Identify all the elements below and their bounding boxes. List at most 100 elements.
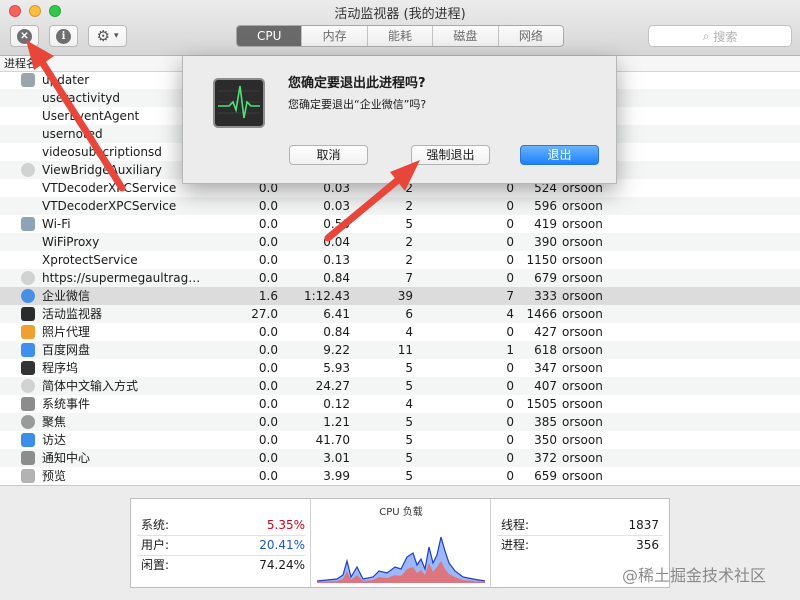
idle-wakeups-cell: 0 xyxy=(506,433,514,447)
table-row[interactable]: 百度网盘 0.0 9.22 11 1 618 orsoon xyxy=(0,341,800,359)
user-cell: orsoon xyxy=(562,469,603,483)
dock-icon xyxy=(21,361,35,375)
force-quit-button[interactable]: 强制退出 xyxy=(411,145,490,165)
table-row[interactable]: 企业微信 1.6 1:12.43 39 7 333 orsoon xyxy=(0,287,800,305)
tab-cpu[interactable]: CPU xyxy=(237,26,302,46)
cpu-time-cell: 0.04 xyxy=(323,235,350,249)
wecom-icon xyxy=(21,289,35,303)
spotlight-icon xyxy=(21,415,35,429)
search-icon: ⌕ xyxy=(702,28,710,43)
cpu-time-cell: 0.84 xyxy=(323,325,350,339)
thread-count-cell: 2 xyxy=(405,235,413,249)
cpu-percent-cell: 0.0 xyxy=(258,433,278,447)
titlebar: 活动监视器 (我的进程) ✕ i ⚙ ▾ CPU 内存 能耗 磁盘 网络 ⌕ 搜索 xyxy=(0,0,800,56)
pid-cell: 679 xyxy=(534,271,557,285)
quit-button[interactable]: 退出 xyxy=(520,145,599,165)
thread-count-cell: 5 xyxy=(405,451,413,465)
cpu-time-cell: 9.22 xyxy=(323,343,350,357)
thread-count-cell: 4 xyxy=(405,325,413,339)
search-field[interactable]: ⌕ 搜索 xyxy=(648,25,792,47)
pid-cell: 1150 xyxy=(526,253,557,267)
photos-icon xyxy=(21,325,35,339)
idle-stat: 闲置: 74.24% xyxy=(131,555,311,575)
idle-wakeups-cell: 0 xyxy=(506,271,514,285)
pid-cell: 372 xyxy=(534,451,557,465)
idle-wakeups-cell: 0 xyxy=(506,361,514,375)
cpu-time-cell: 0.50 xyxy=(323,217,350,231)
table-row[interactable]: VTDecoderXPCService 0.0 0.03 2 0 596 orsoon xyxy=(0,197,800,215)
thread-count-cell: 5 xyxy=(405,361,413,375)
threads-stat: 线程: 1837 xyxy=(491,515,669,535)
table-row[interactable]: 简体中文输入方式 0.0 24.27 5 0 407 orsoon xyxy=(0,377,800,395)
window-title: 活动监视器 (我的进程) xyxy=(334,7,466,22)
activity-icon xyxy=(21,307,35,321)
idle-wakeups-cell: 0 xyxy=(506,217,514,231)
cancel-button[interactable]: 取消 xyxy=(289,145,368,165)
action-menu-button[interactable]: ⚙ ▾ xyxy=(88,25,127,47)
tab-memory[interactable]: 内存 xyxy=(301,26,366,46)
table-row[interactable]: 照片代理 0.0 0.84 4 0 427 orsoon xyxy=(0,323,800,341)
generic-icon xyxy=(21,73,35,87)
quit-confirmation-sheet: 您确定要退出此进程吗? 您确定要退出“企业微信”吗? 取消 强制退出 退出 xyxy=(182,56,617,184)
thread-count-cell: 5 xyxy=(405,469,413,483)
pid-cell: 347 xyxy=(534,361,557,375)
idle-wakeups-cell: 0 xyxy=(506,415,514,429)
process-name: 企业微信 xyxy=(42,289,91,303)
table-row[interactable]: 系统事件 0.0 0.12 4 0 1505 orsoon xyxy=(0,395,800,413)
idle-value: 74.24% xyxy=(259,558,305,572)
inspect-process-button[interactable]: i xyxy=(49,25,78,47)
cpu-time-cell: 5.93 xyxy=(323,361,350,375)
stop-icon: ✕ xyxy=(17,28,32,44)
processes-value: 356 xyxy=(636,538,659,552)
cpu-time-cell: 1:12.43 xyxy=(303,289,350,303)
cpu-time-cell: 0.84 xyxy=(323,271,350,285)
table-row[interactable]: https://supermegaultragroovy.com 0.0 0.84 7… xyxy=(0,269,800,287)
gear-icon: ⚙ xyxy=(96,26,110,45)
user-cell: orsoon xyxy=(562,307,603,321)
process-name: 聚焦 xyxy=(42,415,67,429)
table-row[interactable]: 程序坞 0.0 5.93 5 0 347 orsoon xyxy=(0,359,800,377)
user-cell: orsoon xyxy=(562,379,603,393)
process-name: 活动监视器 xyxy=(42,307,103,321)
thread-count-cell: 6 xyxy=(405,307,413,321)
tab-network[interactable]: 网络 xyxy=(497,26,563,46)
user-cell: orsoon xyxy=(562,199,603,213)
table-row[interactable]: 访达 0.0 41.70 5 0 350 orsoon xyxy=(0,431,800,449)
shield-icon xyxy=(21,379,35,393)
thread-count-cell: 5 xyxy=(405,217,413,231)
thread-count-cell: 5 xyxy=(405,379,413,393)
process-name: VTDecoderXPCService xyxy=(42,199,177,213)
process-name: 系统事件 xyxy=(42,397,91,411)
tab-disk[interactable]: 磁盘 xyxy=(432,26,497,46)
table-row[interactable]: 通知中心 0.0 3.01 5 0 372 orsoon xyxy=(0,449,800,467)
pid-cell: 1505 xyxy=(526,397,557,411)
cpu-time-cell: 0.03 xyxy=(323,199,350,213)
idle-label: 闲置: xyxy=(141,558,170,572)
cpu-percent-cell: 0.0 xyxy=(258,361,278,375)
table-row[interactable]: 活动监视器 27.0 6.41 6 4 1466 orsoon xyxy=(0,305,800,323)
activity-monitor-icon xyxy=(213,78,265,128)
user-stat: 用户: 20.41% xyxy=(131,535,311,555)
table-row[interactable]: XprotectService 0.0 0.13 2 0 1150 orsoon xyxy=(0,251,800,269)
cpu-load-graph: CPU 负载 xyxy=(311,499,491,587)
table-row[interactable]: WiFiProxy 0.0 0.04 2 0 390 orsoon xyxy=(0,233,800,251)
thread-count-cell: 4 xyxy=(405,397,413,411)
threads-label: 线程: xyxy=(501,518,530,532)
user-value: 20.41% xyxy=(259,538,305,552)
stop-process-button[interactable]: ✕ xyxy=(10,25,39,47)
table-row[interactable]: 预览 0.0 3.99 5 0 659 orsoon xyxy=(0,467,800,485)
table-row[interactable]: 聚焦 0.0 1.21 5 0 385 orsoon xyxy=(0,413,800,431)
tab-energy[interactable]: 能耗 xyxy=(366,26,432,46)
user-cell: orsoon xyxy=(562,415,603,429)
info-icon: i xyxy=(56,28,71,44)
events-icon xyxy=(21,397,35,411)
search-placeholder: 搜索 xyxy=(713,29,738,44)
cpu-percent-cell: 0.0 xyxy=(258,415,278,429)
process-name: usernoted xyxy=(42,127,103,141)
cpu-usage-stats: 系统: 5.35% 用户: 20.41% 闲置: 74.24% xyxy=(131,499,311,587)
cpu-percent-cell: 0.0 xyxy=(258,253,278,267)
cpu-percent-cell: 27.0 xyxy=(251,307,278,321)
processes-stat: 进程: 356 xyxy=(491,535,669,555)
process-name: UserEventAgent xyxy=(42,109,140,123)
table-row[interactable]: Wi-Fi 0.0 0.50 5 0 419 orsoon xyxy=(0,215,800,233)
